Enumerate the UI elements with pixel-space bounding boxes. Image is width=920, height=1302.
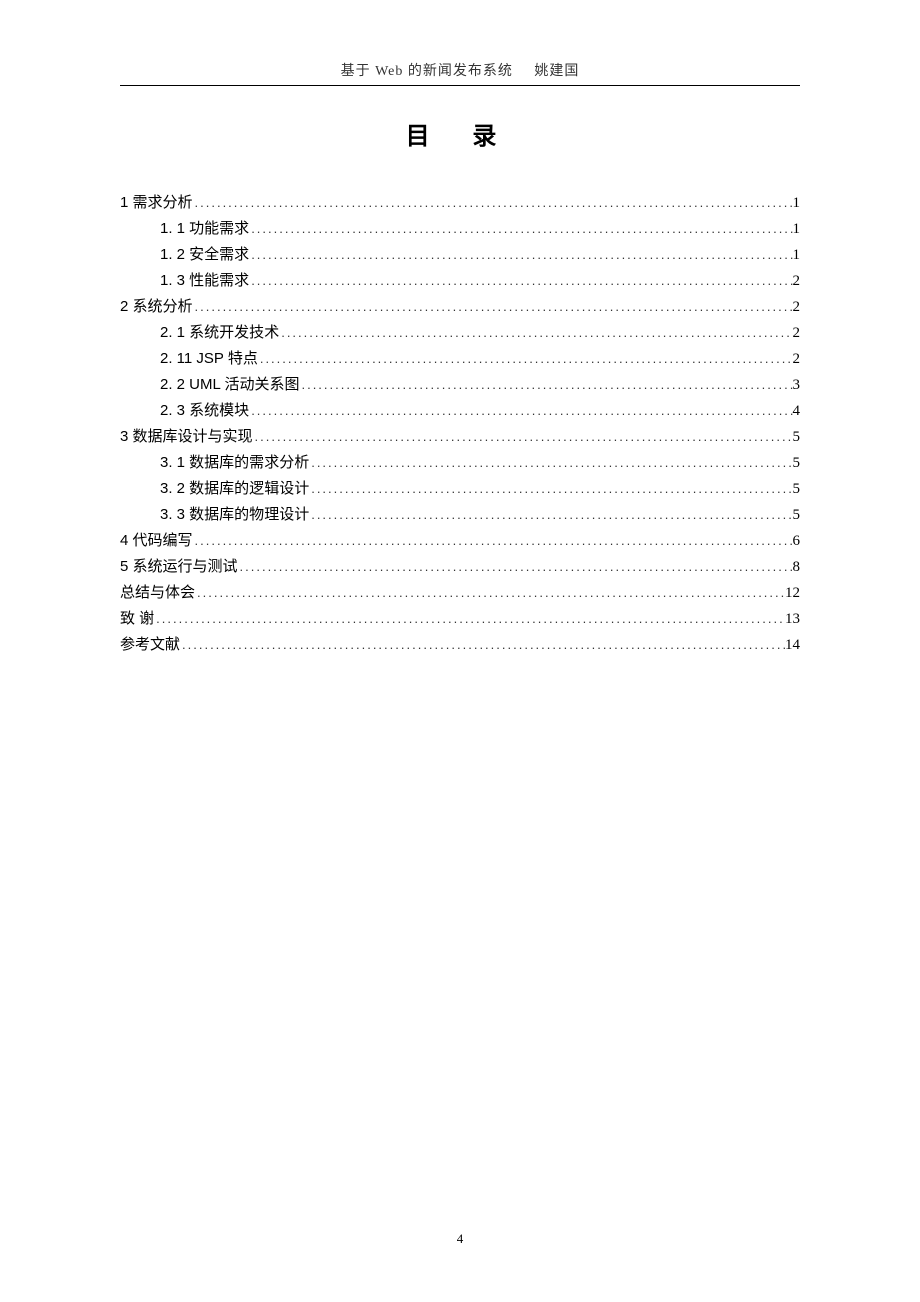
toc-leader-dots	[309, 453, 792, 474]
toc-entry-page: 5	[793, 451, 801, 475]
toc-leader-dots	[253, 427, 793, 448]
toc-entry: 2 系统分析 2	[120, 295, 800, 319]
toc-entry-page: 6	[793, 529, 801, 553]
header-title-left: 基于 Web 的新闻发布系统	[341, 64, 513, 79]
toc-entry-page: 2	[793, 295, 801, 319]
toc-entry-page: 5	[793, 503, 801, 527]
toc-entry: 3. 1 数据库的需求分析 5	[120, 451, 800, 475]
toc-entry-label: 4 代码编写	[120, 529, 193, 553]
toc-entry-label: 2. 3 系统模块	[160, 399, 249, 423]
page-header: 基于 Web 的新闻发布系统 姚建国	[120, 60, 800, 80]
toc-entry: 1 需求分析 1	[120, 191, 800, 215]
toc-entry: 5 系统运行与测试 8	[120, 555, 800, 579]
toc-entry-label: 3. 1 数据库的需求分析	[160, 451, 309, 475]
toc-leader-dots	[249, 271, 792, 292]
toc-entry-label: 5 系统运行与测试	[120, 555, 238, 579]
toc-entry-page: 2	[793, 321, 801, 345]
toc-entry: 参考文献 14	[120, 633, 800, 657]
toc-entry-label: 2. 1 系统开发技术	[160, 321, 279, 345]
toc-entry-page: 14	[785, 633, 800, 657]
toc-leader-dots	[309, 479, 792, 500]
toc-leader-dots	[249, 219, 792, 240]
toc-entry-page: 4	[793, 399, 801, 423]
toc-entry-label: 1. 3 性能需求	[160, 269, 249, 293]
header-title-right: 姚建国	[534, 64, 579, 79]
toc-entry-page: 5	[793, 477, 801, 501]
toc-leader-dots	[180, 635, 785, 656]
toc-entry-page: 5	[793, 425, 801, 449]
toc-entry-label: 3 数据库设计与实现	[120, 425, 253, 449]
document-page: 基于 Web 的新闻发布系统 姚建国 目 录 1 需求分析11. 1 功能需求1…	[0, 0, 920, 657]
toc-entry-label: 1 需求分析	[120, 191, 193, 215]
toc-entry-page: 12	[785, 581, 800, 605]
toc-entry-label: 3. 3 数据库的物理设计	[160, 503, 309, 527]
toc-entry: 2. 3 系统模块 4	[120, 399, 800, 423]
toc-leader-dots	[193, 193, 793, 214]
toc-entry-page: 2	[793, 347, 801, 371]
toc-entry-label: 总结与体会	[120, 581, 195, 605]
toc-entry-label: 2 系统分析	[120, 295, 193, 319]
toc-entry-page: 3	[793, 373, 801, 397]
toc-leader-dots	[238, 557, 793, 578]
toc-leader-dots	[258, 349, 793, 370]
toc-entry-page: 13	[785, 607, 800, 631]
toc-entry: 2. 11 JSP 特点 2	[120, 347, 800, 371]
toc-entry: 2. 1 系统开发技术 2	[120, 321, 800, 345]
toc-entry-page: 1	[793, 191, 801, 215]
toc-entry-page: 1	[793, 243, 801, 267]
toc-entry: 1. 1 功能需求 1	[120, 217, 800, 241]
toc-entry-label: 1. 2 安全需求	[160, 243, 249, 267]
toc-entry: 3 数据库设计与实现 5	[120, 425, 800, 449]
toc-leader-dots	[299, 375, 792, 396]
toc-entry-label: 1. 1 功能需求	[160, 217, 249, 241]
toc-leader-dots	[249, 401, 792, 422]
toc-leader-dots	[193, 531, 793, 552]
toc-entry-label: 2. 11 JSP 特点	[160, 347, 258, 371]
toc-entry-label: 2. 2 UML 活动关系图	[160, 373, 299, 397]
toc-leader-dots	[154, 609, 785, 630]
toc-leader-dots	[279, 323, 792, 344]
toc-leader-dots	[193, 297, 793, 318]
toc-entry-label: 致 谢	[120, 607, 154, 631]
table-of-contents: 1 需求分析11. 1 功能需求11. 2 安全需求11. 3 性能需求22 系…	[120, 191, 800, 657]
toc-entry: 致 谢 13	[120, 607, 800, 631]
toc-leader-dots	[195, 583, 785, 604]
toc-entry-page: 1	[793, 217, 801, 241]
toc-entry: 总结与体会 12	[120, 581, 800, 605]
toc-leader-dots	[249, 245, 792, 266]
toc-entry-page: 8	[793, 555, 801, 579]
toc-entry: 1. 2 安全需求 1	[120, 243, 800, 267]
toc-title: 目 录	[120, 116, 800, 151]
toc-leader-dots	[309, 505, 792, 526]
page-number: 4	[0, 1231, 920, 1247]
toc-entry: 2. 2 UML 活动关系图 3	[120, 373, 800, 397]
toc-entry: 3. 2 数据库的逻辑设计 5	[120, 477, 800, 501]
toc-entry: 3. 3 数据库的物理设计 5	[120, 503, 800, 527]
toc-entry-label: 参考文献	[120, 633, 180, 657]
header-divider	[120, 85, 800, 86]
toc-entry-label: 3. 2 数据库的逻辑设计	[160, 477, 309, 501]
toc-entry: 1. 3 性能需求 2	[120, 269, 800, 293]
toc-entry: 4 代码编写 6	[120, 529, 800, 553]
header-spacer	[517, 64, 531, 79]
toc-entry-page: 2	[793, 269, 801, 293]
